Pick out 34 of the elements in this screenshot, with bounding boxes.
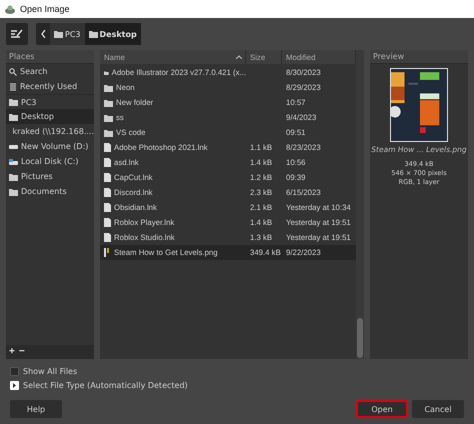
expander-icon[interactable] [10,381,19,390]
expander-label[interactable]: Select File Type (Automatically Detected) [23,381,188,390]
places-item[interactable]: kraked (\\192.168.... [6,124,94,139]
scrollbar[interactable] [356,50,364,359]
checkbox-label: Show All Files [23,367,78,376]
places-header: Places [6,50,94,64]
back-icon [40,30,46,38]
preview-header: Preview [370,50,468,64]
places-item[interactable]: Search [6,64,94,79]
drive-icon [9,144,18,148]
dialog-button[interactable]: Open [356,400,408,418]
system-drive-icon [9,158,18,164]
add-bookmark-button[interactable]: + [9,347,15,357]
path-button[interactable]: PC3 [50,23,84,45]
places-item[interactable]: Recently Used [6,79,94,94]
dialog-button[interactable]: Help [10,400,62,418]
places-item[interactable]: New Volume (D:) [6,139,94,154]
path-button[interactable]: Desktop [84,23,141,45]
remove-bookmark-button[interactable]: − [18,347,25,357]
places-item[interactable]: Pictures [6,169,94,184]
search-icon [9,68,17,76]
folder-icon [88,30,98,38]
edit-location-button[interactable] [6,23,28,45]
show-all-files-checkbox[interactable] [10,367,19,376]
edit-icon [10,28,24,40]
window-title: Open Image [20,4,70,14]
app-icon [5,4,15,14]
document-stack-icon [9,82,17,90]
places-item[interactable]: Documents [6,184,94,199]
dialog-button[interactable]: Cancel [412,400,464,418]
image-file-icon [104,248,111,257]
places-item[interactable]: Desktop [6,109,94,124]
places-item[interactable]: Local Disk (C:) [6,154,94,169]
folder-icon [54,30,63,38]
